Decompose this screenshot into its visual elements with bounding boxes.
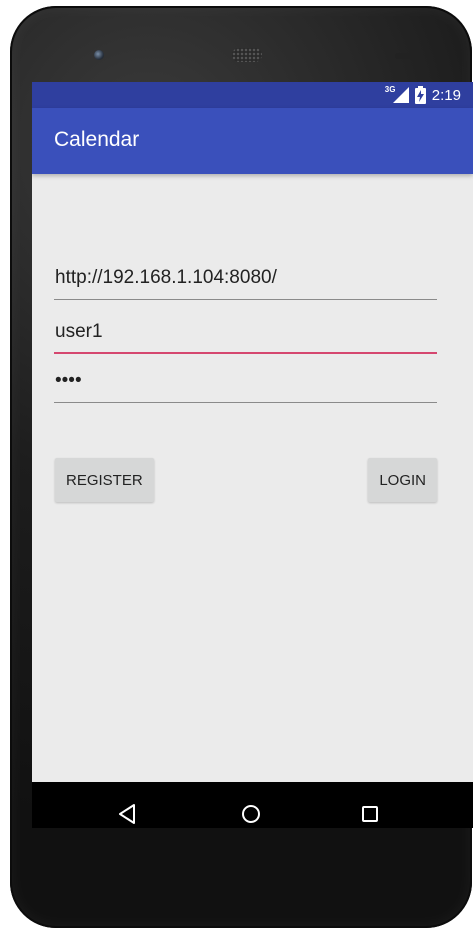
server-url-field[interactable] [54, 260, 437, 300]
navigation-bar [32, 782, 473, 828]
home-icon[interactable] [237, 800, 265, 828]
register-button[interactable]: REGISTER [55, 458, 154, 502]
back-icon[interactable] [114, 800, 142, 828]
password-input[interactable] [54, 363, 437, 403]
front-camera [94, 50, 104, 60]
password-underline [54, 402, 437, 403]
proximity-sensor [395, 53, 421, 59]
app-bar: Calendar [32, 108, 473, 174]
battery-icon [414, 86, 426, 104]
signal-icon: 3G [384, 85, 409, 103]
earpiece-speaker [232, 48, 262, 62]
app-title: Calendar [54, 128, 140, 151]
status-icons: 3G 2:19 [385, 85, 461, 105]
device-screen: 3G 2:19 Calendar REG [32, 82, 473, 828]
username-input[interactable] [54, 314, 437, 354]
login-button[interactable]: LOGIN [368, 458, 437, 502]
status-time: 2:19 [431, 86, 461, 104]
recents-icon[interactable] [356, 800, 384, 828]
password-field[interactable] [54, 363, 437, 403]
status-bar: 3G 2:19 [32, 82, 473, 108]
username-underline [54, 352, 437, 354]
server-url-input[interactable] [54, 260, 437, 300]
network-type: 3G [384, 85, 396, 94]
username-field[interactable] [54, 314, 437, 354]
server-url-underline [54, 299, 437, 300]
